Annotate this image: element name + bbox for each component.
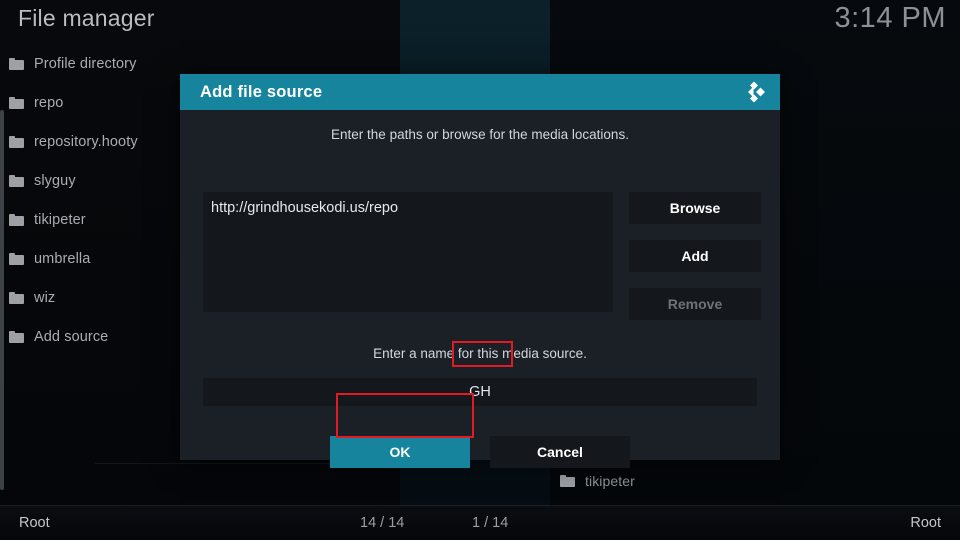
browse-button[interactable]: Browse: [629, 192, 761, 224]
dialog-footer-buttons: OK Cancel: [180, 436, 780, 468]
name-hint: Enter a name for this media source.: [373, 346, 587, 361]
list-item-label: Add source: [34, 328, 109, 345]
ok-button[interactable]: OK: [330, 436, 470, 468]
add-file-source-dialog: Add file source Enter the paths or brows…: [180, 74, 780, 468]
list-item-label: repo: [34, 94, 64, 111]
page-title: File manager: [18, 5, 155, 31]
list-item-label: repository.hooty: [34, 133, 138, 150]
source-name-value: GH: [469, 384, 491, 400]
clock: 3:14 PM: [834, 2, 946, 34]
kodi-screen: File manager 3:14 PM Profile directory r…: [0, 0, 960, 540]
folder-icon: [9, 291, 24, 304]
list-item-label: wiz: [34, 289, 56, 306]
list-item-label: umbrella: [34, 250, 91, 267]
list-item-label: Profile directory: [34, 55, 137, 72]
remove-button: Remove: [629, 288, 761, 320]
path-list-item[interactable]: http://grindhousekodi.us/repo: [203, 192, 613, 216]
dialog-side-buttons: Browse Add Remove: [629, 192, 761, 336]
statusbar: Root 14 / 14 1 / 14 Root: [0, 506, 960, 540]
statusbar-left-count: 14 / 14: [360, 515, 405, 531]
paths-list[interactable]: http://grindhousekodi.us/repo: [203, 192, 613, 312]
cancel-button[interactable]: Cancel: [490, 436, 630, 468]
folder-icon: [9, 213, 24, 226]
kodi-logo-icon: [742, 81, 766, 103]
folder-icon: [9, 174, 24, 187]
statusbar-left-path: Root: [19, 515, 50, 531]
folder-icon: [9, 135, 24, 148]
right-list-item[interactable]: tikipeter: [560, 473, 635, 489]
paths-hint: Enter the paths or browse for the media …: [331, 127, 629, 142]
dialog-body: Enter the paths or browse for the media …: [180, 110, 780, 468]
folder-icon: [560, 475, 575, 487]
source-name-input[interactable]: GH: [203, 378, 757, 406]
statusbar-right-count: 1 / 14: [472, 515, 509, 531]
statusbar-right-path: Root: [910, 515, 941, 531]
folder-icon: [9, 252, 24, 265]
dialog-title: Add file source: [200, 82, 323, 101]
add-button[interactable]: Add: [629, 240, 761, 272]
folder-icon: [9, 330, 24, 343]
right-list-item-label: tikipeter: [585, 473, 635, 489]
dialog-titlebar: Add file source: [180, 74, 780, 110]
folder-icon: [9, 96, 24, 109]
folder-icon: [9, 57, 24, 70]
list-item-label: slyguy: [34, 172, 76, 189]
list-item-label: tikipeter: [34, 211, 86, 228]
